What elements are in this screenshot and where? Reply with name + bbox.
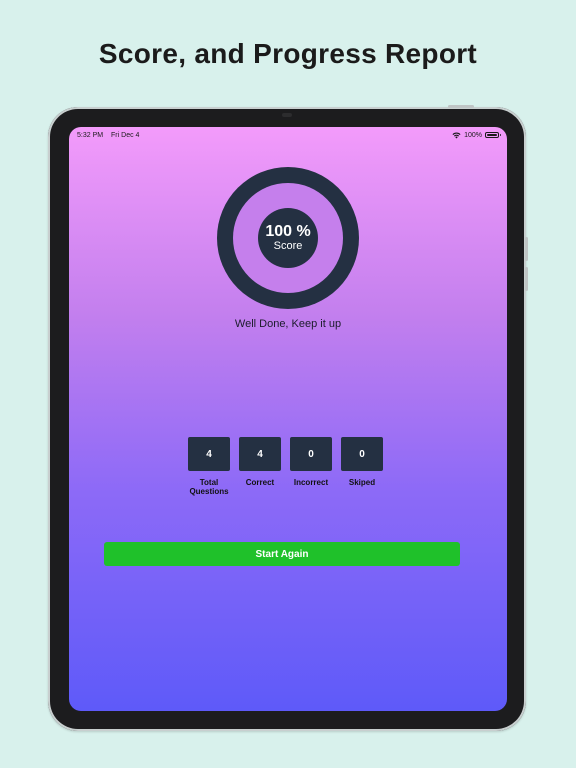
stat-total-questions: 4 Total Questions [188,437,230,496]
volume-down-button [525,267,528,291]
score-core: 100 % Score [258,208,318,268]
stat-correct: 4 Correct [239,437,281,496]
score-ring: 100 % Score [217,167,359,309]
status-time: 5:32 PM [77,131,104,139]
stat-skipped-value: 0 [341,437,383,471]
battery-percent: 100% [464,131,482,139]
status-date: Fri Dec 4 [111,131,140,139]
status-right: 100% [452,131,501,139]
stat-incorrect: 0 Incorrect [290,437,332,496]
battery-fill [487,134,497,136]
battery-icon [485,132,501,138]
camera-icon [282,113,292,117]
tablet-device-frame: 5:32 PM Fri Dec 4 100% 100 % Score Well … [48,105,528,731]
wifi-icon [452,132,461,138]
stat-total-questions-value: 4 [188,437,230,471]
stats-row: 4 Total Questions 4 Correct 0 Incorrect … [188,437,383,496]
stat-correct-value: 4 [239,437,281,471]
score-value: 100 % [265,223,311,240]
status-left: 5:32 PM Fri Dec 4 [77,132,145,139]
stat-skipped-label: Skiped [348,478,376,487]
power-button [448,105,474,108]
stat-incorrect-value: 0 [290,437,332,471]
app-screen: 5:32 PM Fri Dec 4 100% 100 % Score Well … [69,127,507,711]
feedback-message: Well Done, Keep it up [234,318,342,330]
volume-up-button [525,237,528,261]
status-bar: 5:32 PM Fri Dec 4 100% [77,130,501,140]
stat-skipped: 0 Skiped [341,437,383,496]
score-label: Score [273,240,303,252]
promo-title: Score, and Progress Report [98,38,478,69]
start-again-button[interactable]: Start Again [104,542,460,566]
